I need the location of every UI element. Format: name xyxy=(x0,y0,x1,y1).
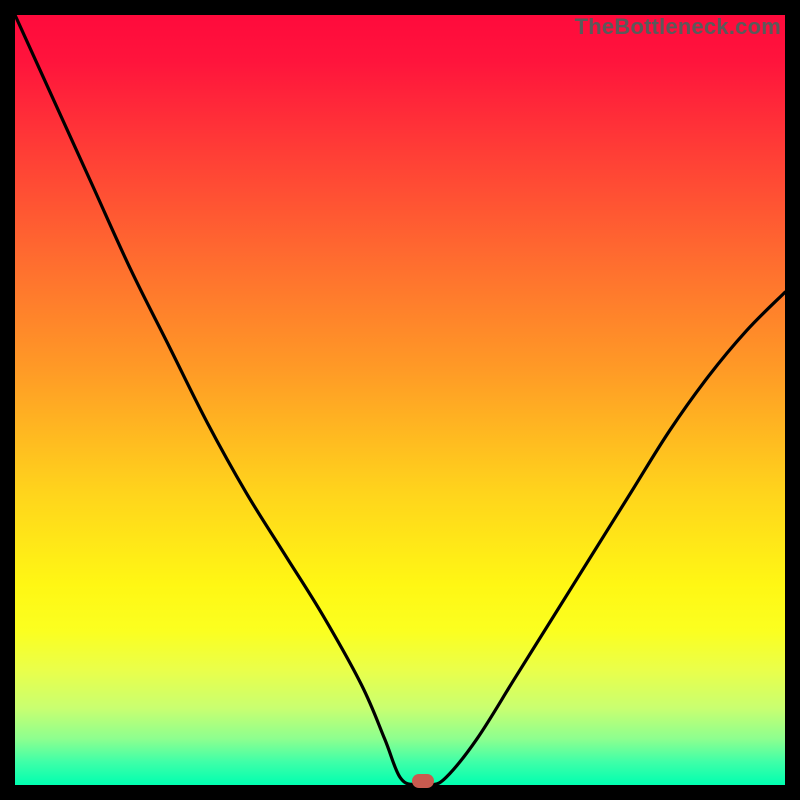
curve-svg xyxy=(15,15,785,785)
plot-area: TheBottleneck.com xyxy=(15,15,785,785)
min-marker xyxy=(412,774,434,788)
chart-frame: TheBottleneck.com xyxy=(0,0,800,800)
bottleneck-curve xyxy=(15,15,785,786)
